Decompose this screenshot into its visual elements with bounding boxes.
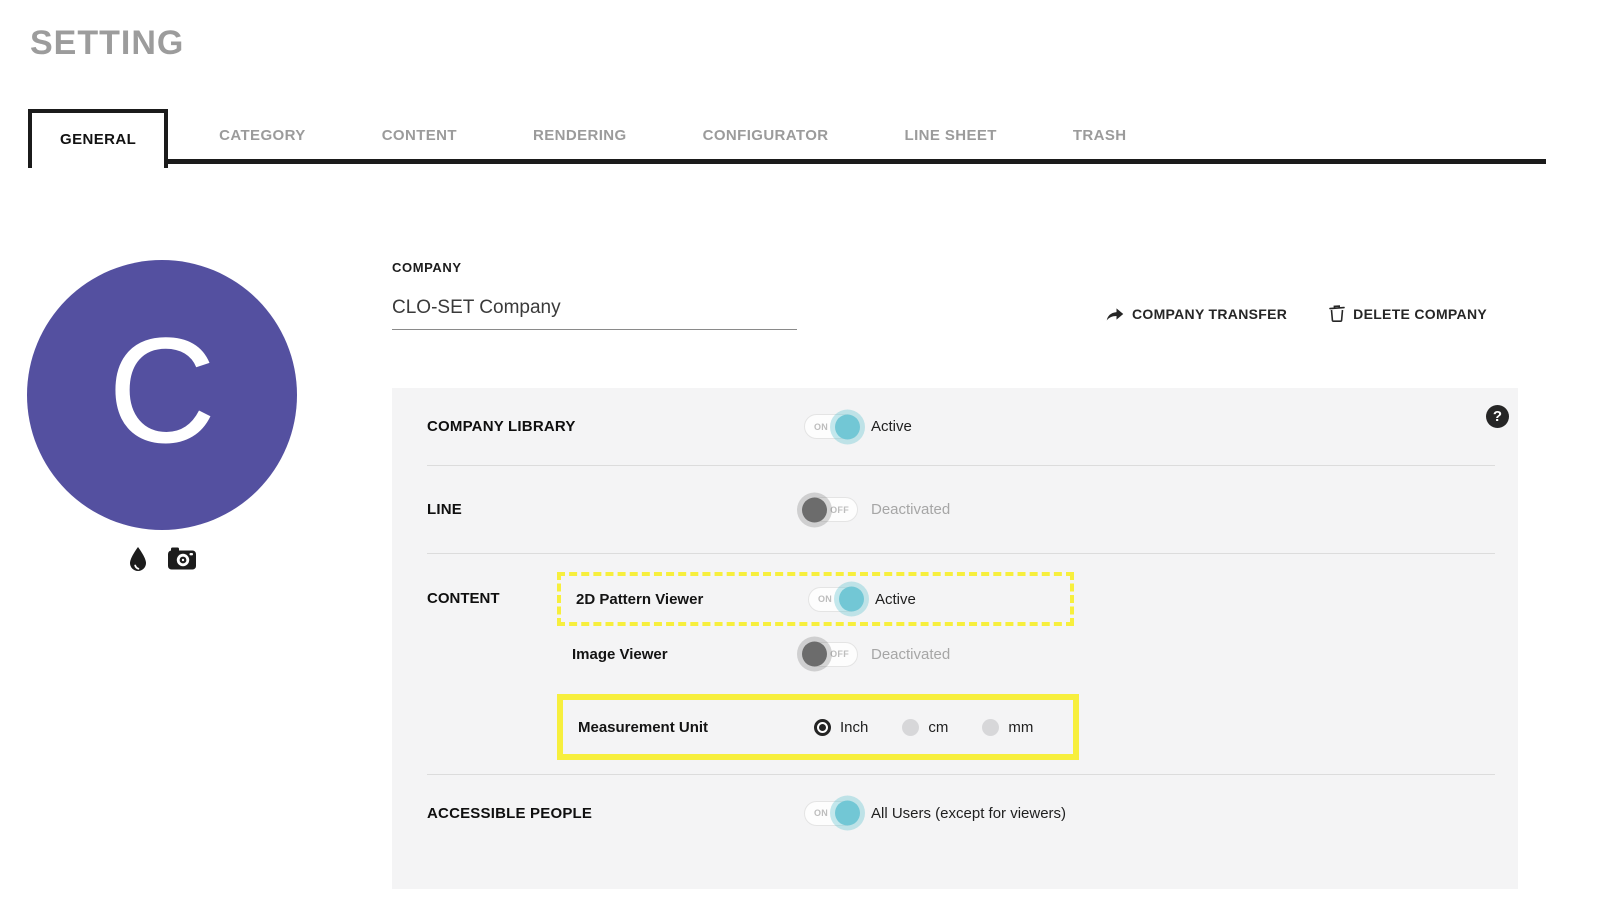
toggle-knob <box>835 414 860 439</box>
radio-unselected-icon <box>902 718 920 736</box>
company-settings-column: COMPANY COMPANY TRANSFER <box>392 260 1531 889</box>
company-name-row: COMPANY TRANSFER DELETE COMPANY <box>392 275 1531 330</box>
line-status: Deactivated <box>871 501 951 518</box>
tab-rendering[interactable]: RENDERING <box>508 110 652 159</box>
image-viewer-status: Deactivated <box>871 645 951 663</box>
avatar-tools <box>2 546 322 572</box>
company-library-row: COMPANY LIBRARY ON Active <box>392 388 1518 465</box>
image-viewer-toggle[interactable]: OFF <box>802 641 858 667</box>
line-toggle[interactable]: OFF <box>802 497 858 522</box>
content-section-label: CONTENT <box>427 590 500 607</box>
avatar-photo-upload-button[interactable] <box>167 546 197 572</box>
company-settings-panel: ? COMPANY LIBRARY ON Active LINE OFF Dea… <box>392 388 1518 889</box>
company-library-label: COMPANY LIBRARY <box>427 418 576 435</box>
toggle-knob <box>802 641 827 667</box>
radio-option-cm[interactable]: cm <box>902 718 949 736</box>
line-row: LINE OFF Deactivated <box>392 466 1518 553</box>
pattern-viewer-highlight-dashed: 2D Pattern Viewer ON Active <box>557 572 1074 626</box>
toggle-off-text: OFF <box>830 649 849 659</box>
pattern-viewer-row: 2D Pattern Viewer ON Active <box>561 576 1070 622</box>
toggle-off-text: OFF <box>830 504 849 515</box>
image-viewer-wrap: Image Viewer OFF Deactivated <box>557 628 1074 680</box>
tab-content[interactable]: CONTENT <box>357 110 482 159</box>
accessible-people-toggle[interactable]: ON <box>804 800 860 826</box>
measurement-unit-radio-group: Inch cm mm <box>814 718 1034 736</box>
page-title: SETTING <box>30 24 185 62</box>
avatar-color-picker-button[interactable] <box>127 546 149 572</box>
content-sub-rows: 2D Pattern Viewer ON Active Image Viewer <box>557 572 1495 760</box>
tab-bar: GENERAL CATEGORY CONTENT RENDERING CONFI… <box>28 109 1546 168</box>
radio-unselected-icon <box>982 718 1000 736</box>
delete-company-button[interactable]: DELETE COMPANY <box>1329 305 1487 322</box>
toggle-on-text: ON <box>814 421 829 432</box>
content-section: CONTENT 2D Pattern Viewer ON Active Imag… <box>392 554 1518 774</box>
general-settings-content: C COMPANY CLO-SET Company COMPANY TRANSF… <box>0 260 1624 889</box>
toggle-knob <box>835 800 860 826</box>
tab-configurator[interactable]: CONFIGURATOR <box>678 110 854 159</box>
radio-mm-label: mm <box>1008 718 1034 736</box>
company-actions: COMPANY TRANSFER DELETE COMPANY <box>1106 305 1487 330</box>
measurement-unit-row: Measurement Unit Inch cm mm <box>563 700 1073 754</box>
image-viewer-label: Image Viewer <box>572 645 668 663</box>
toggle-on-text: ON <box>818 594 833 604</box>
company-name-input[interactable] <box>392 293 797 330</box>
company-field-label: COMPANY <box>392 260 462 275</box>
radio-inch-label: Inch <box>840 718 869 736</box>
company-transfer-button[interactable]: COMPANY TRANSFER <box>1106 305 1287 322</box>
company-avatar: C <box>27 260 297 530</box>
toggle-knob <box>839 586 864 612</box>
measurement-unit-highlight-solid: Measurement Unit Inch cm mm <box>557 694 1079 760</box>
pattern-viewer-toggle[interactable]: ON <box>808 586 864 612</box>
camera-icon <box>167 547 197 571</box>
pattern-viewer-status: Active <box>875 590 916 608</box>
measurement-unit-label: Measurement Unit <box>578 718 709 736</box>
line-label: LINE <box>427 501 462 518</box>
transfer-arrow-icon <box>1106 306 1124 322</box>
company-transfer-label: COMPANY TRANSFER <box>1131 305 1288 322</box>
accessible-people-label: ACCESSIBLE PEOPLE <box>427 804 593 822</box>
radio-cm-label: cm <box>928 718 949 736</box>
trash-icon <box>1329 305 1345 322</box>
help-icon[interactable]: ? <box>1486 405 1509 428</box>
delete-company-label: DELETE COMPANY <box>1353 305 1487 322</box>
radio-option-mm[interactable]: mm <box>982 718 1034 736</box>
tab-general[interactable]: GENERAL <box>28 109 169 168</box>
radio-option-inch[interactable]: Inch <box>814 718 869 736</box>
pattern-viewer-label: 2D Pattern Viewer <box>576 590 704 608</box>
tab-trash[interactable]: TRASH <box>1048 110 1152 159</box>
company-avatar-initial: C <box>107 306 217 474</box>
toggle-knob <box>802 497 827 522</box>
radio-selected-icon <box>814 718 831 736</box>
droplet-icon <box>127 546 149 572</box>
toggle-on-text: ON <box>814 808 829 818</box>
image-viewer-row: Image Viewer OFF Deactivated <box>557 628 1074 680</box>
tab-line-sheet[interactable]: LINE SHEET <box>880 110 1022 159</box>
tab-category[interactable]: CATEGORY <box>194 110 331 159</box>
company-library-toggle[interactable]: ON <box>804 414 860 439</box>
company-library-status: Active <box>871 418 912 435</box>
accessible-people-row: ACCESSIBLE PEOPLE ON All Users (except f… <box>392 775 1518 851</box>
accessible-people-status: All Users (except for viewers) <box>871 804 1067 822</box>
company-avatar-column: C <box>0 260 392 889</box>
